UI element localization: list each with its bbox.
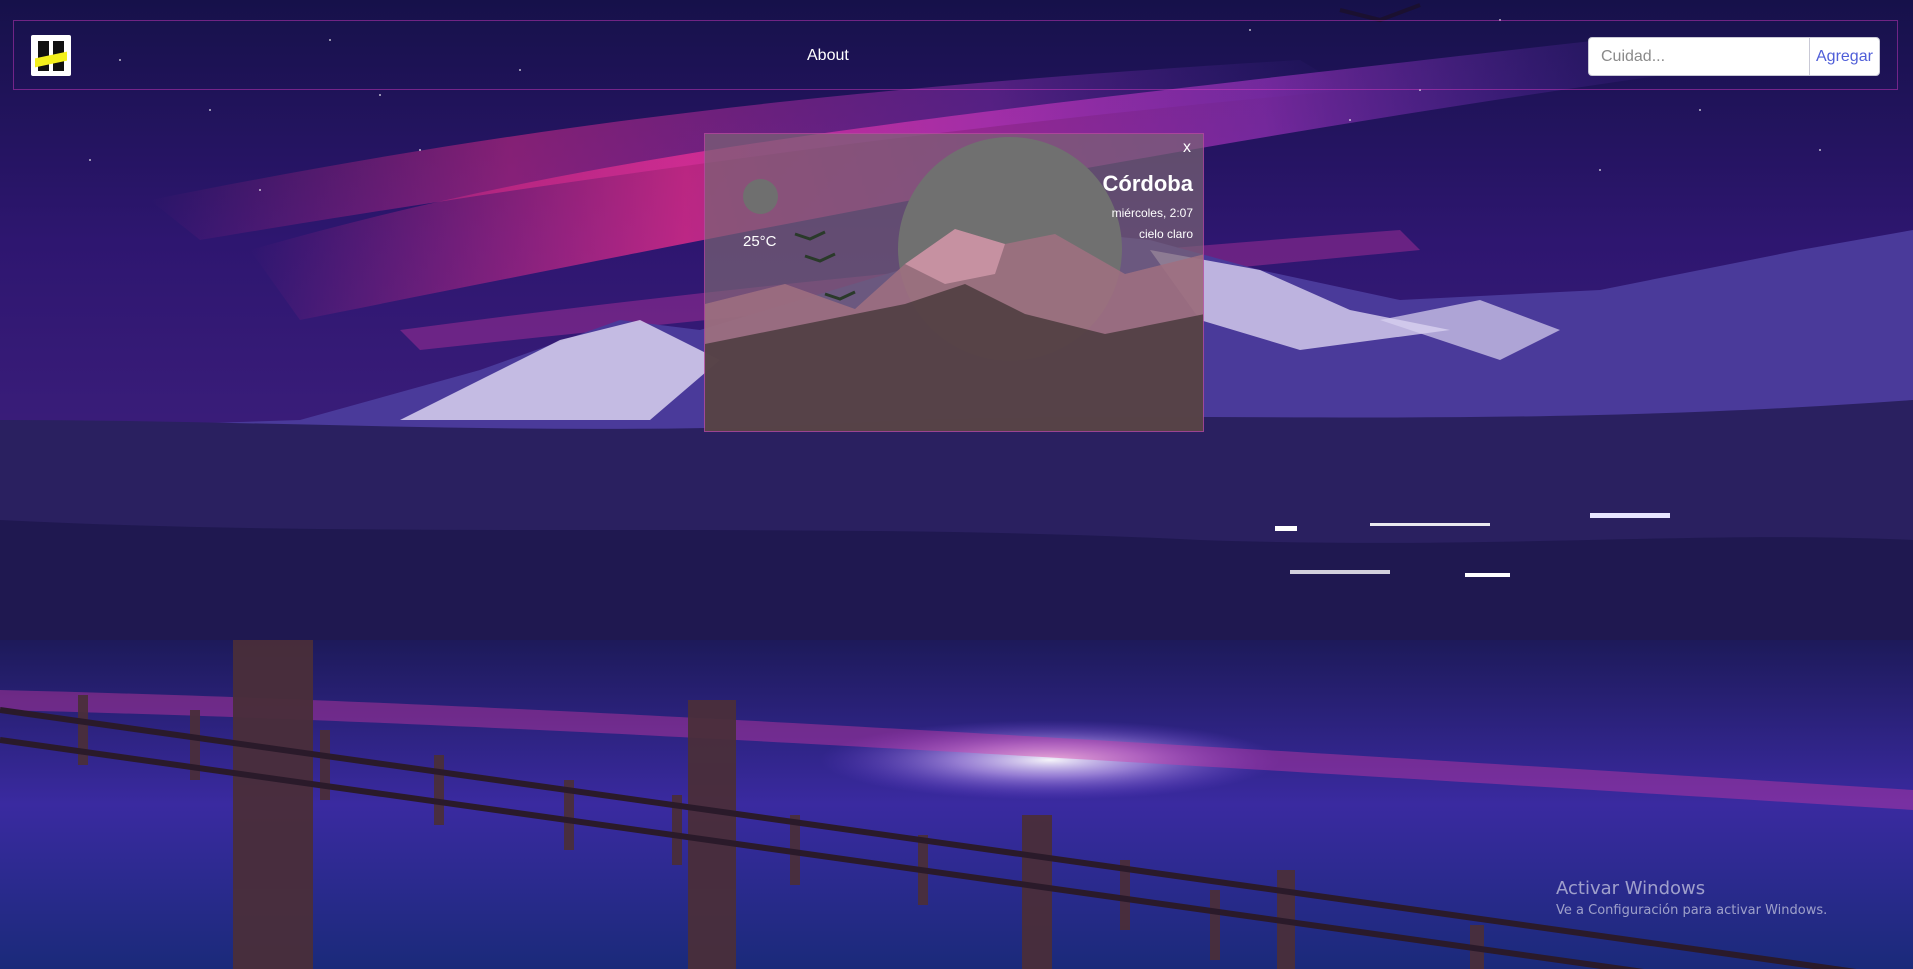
add-city-button[interactable]: Agregar bbox=[1809, 37, 1880, 76]
city-search-input[interactable] bbox=[1588, 37, 1809, 76]
search-form: Agregar bbox=[1588, 37, 1880, 76]
city-name: Córdoba bbox=[1102, 171, 1193, 196]
windows-activation-watermark: Activar Windows Ve a Configuración para … bbox=[1556, 878, 1827, 918]
weather-card: x 25°C Córdoba miércoles, 2:07 cielo cla… bbox=[704, 133, 1204, 432]
app-logo[interactable] bbox=[31, 35, 71, 76]
nav-link-about[interactable]: About bbox=[807, 47, 849, 65]
watermark-title: Activar Windows bbox=[1556, 878, 1706, 899]
weather-description: cielo claro bbox=[1138, 227, 1193, 241]
weather-icon bbox=[743, 179, 778, 214]
temperature: 25°C bbox=[743, 233, 777, 250]
date-time: miércoles, 2:07 bbox=[1111, 206, 1193, 220]
watermark-subtitle: Ve a Configuración para activar Windows. bbox=[1556, 903, 1828, 918]
close-button[interactable]: x bbox=[1183, 139, 1191, 157]
